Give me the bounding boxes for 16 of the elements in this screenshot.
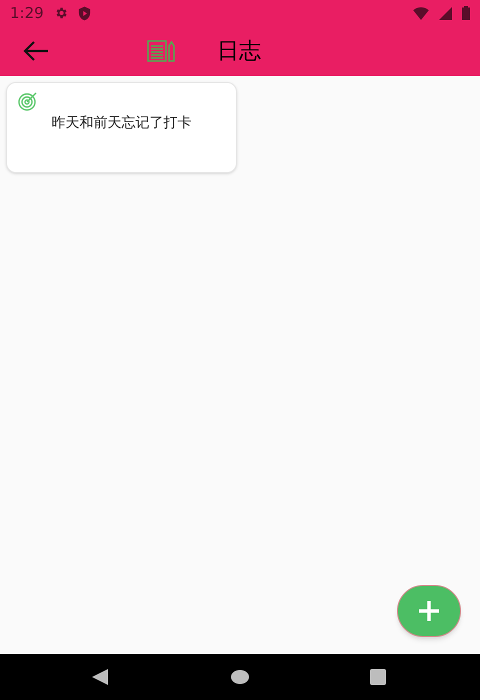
shield-icon xyxy=(78,6,91,20)
target-icon xyxy=(17,91,39,111)
home-nav-icon[interactable] xyxy=(231,670,249,684)
add-button[interactable] xyxy=(397,585,461,637)
notebook-pencil-icon xyxy=(147,40,176,62)
wifi-icon xyxy=(413,6,429,20)
back-arrow-icon[interactable] xyxy=(23,41,49,61)
plus-icon xyxy=(418,600,440,622)
status-time: 1:29 xyxy=(10,2,44,24)
back-nav-icon[interactable] xyxy=(92,669,108,685)
entry-card[interactable]: 昨天和前天忘记了打卡 xyxy=(6,82,237,173)
entry-text: 昨天和前天忘记了打卡 xyxy=(50,114,192,133)
signal-icon xyxy=(439,6,452,20)
page-title: 日志 xyxy=(217,38,261,66)
gear-icon xyxy=(54,6,68,20)
battery-icon xyxy=(462,6,470,20)
